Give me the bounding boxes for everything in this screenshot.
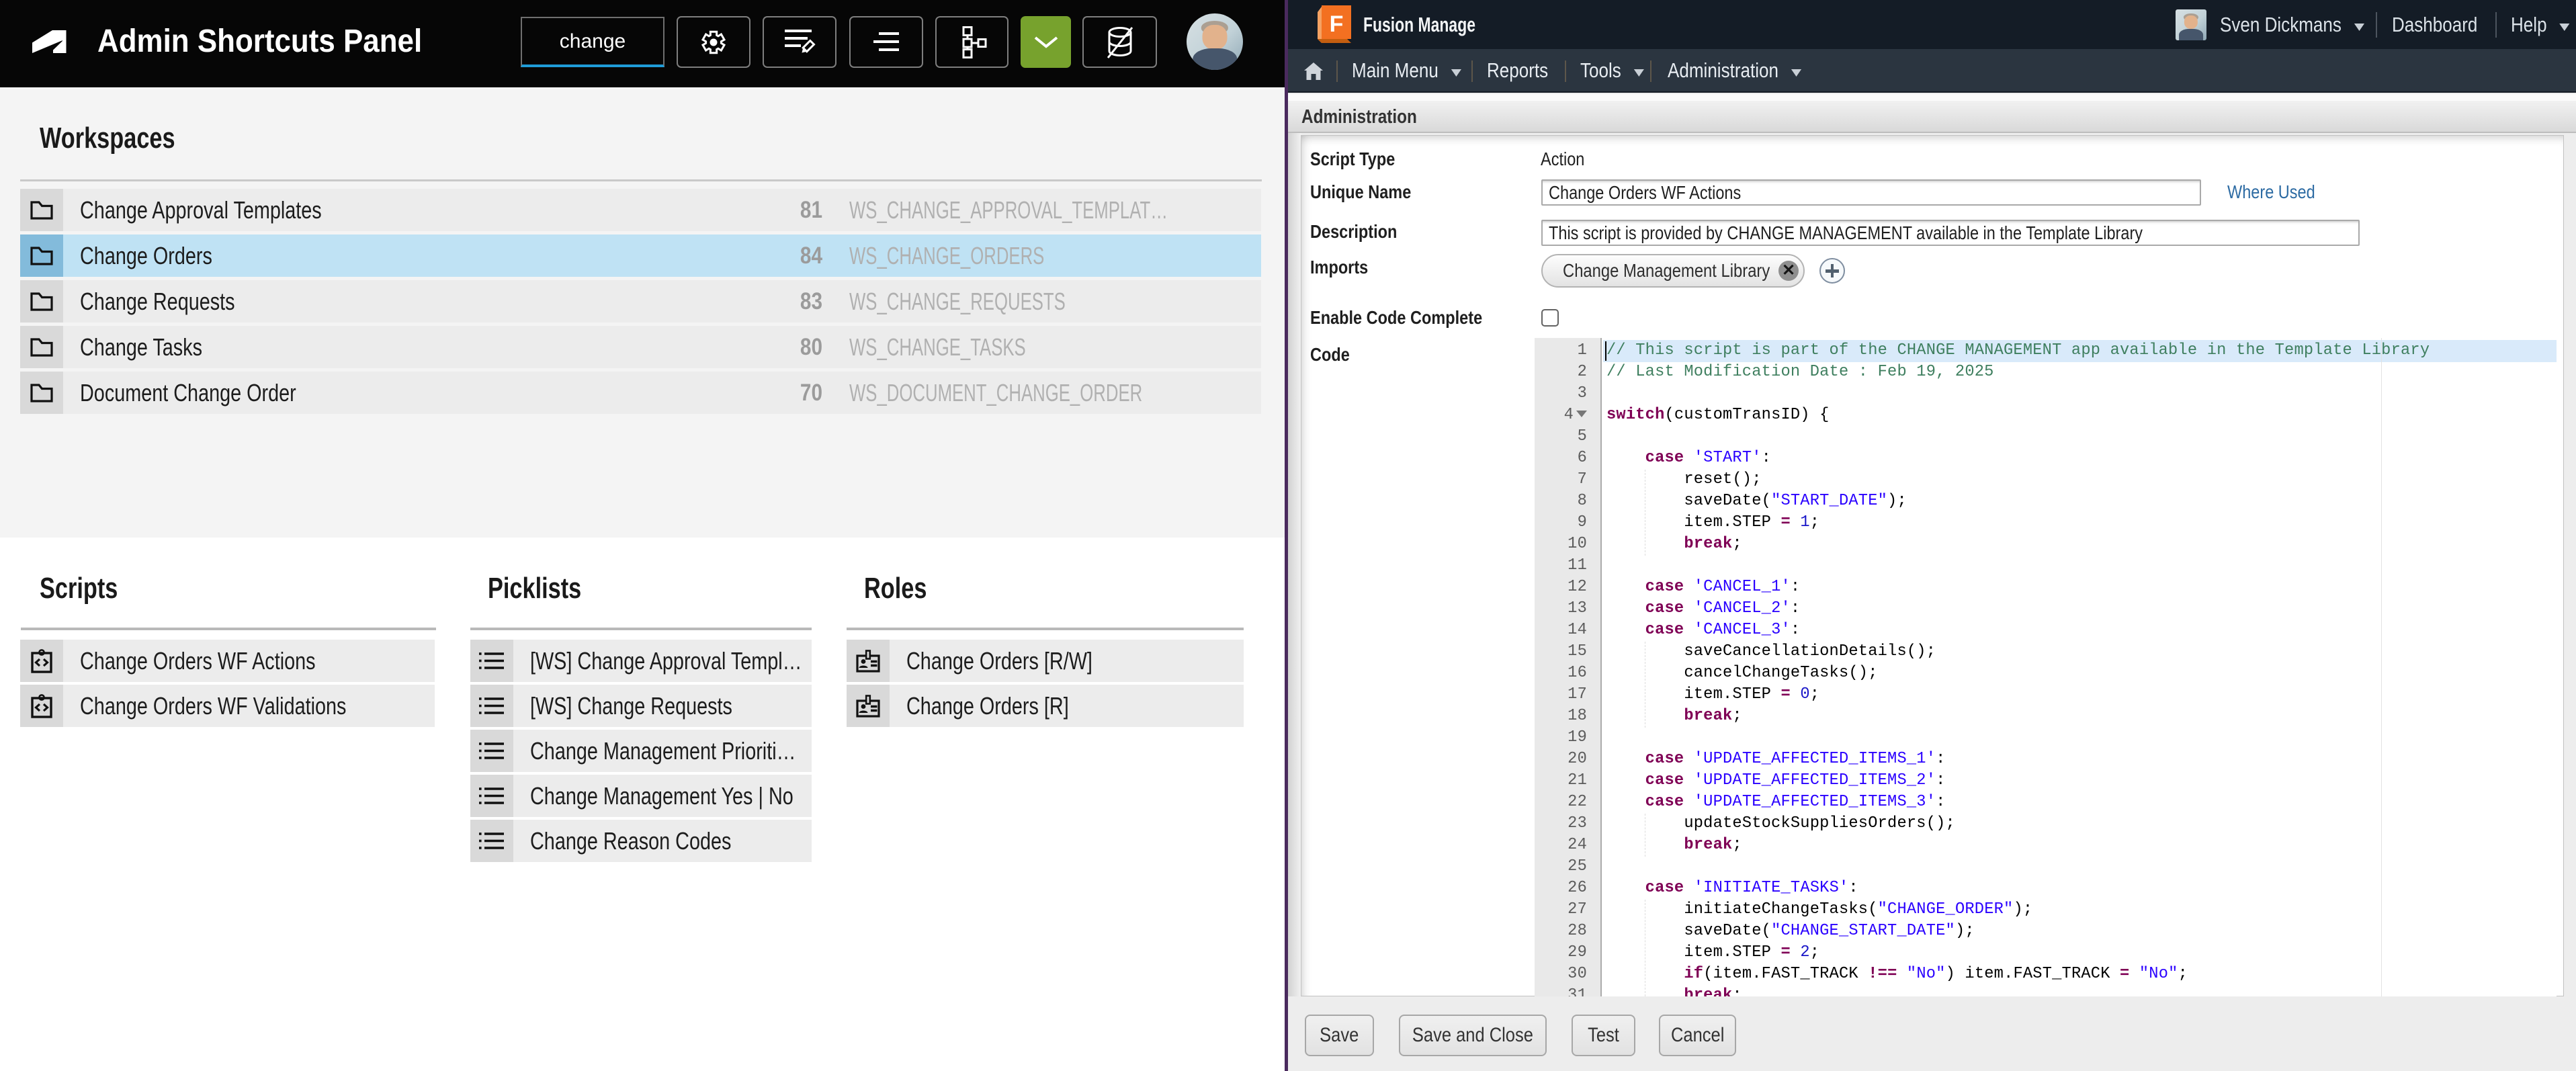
svg-text:F: F [1330,11,1344,37]
